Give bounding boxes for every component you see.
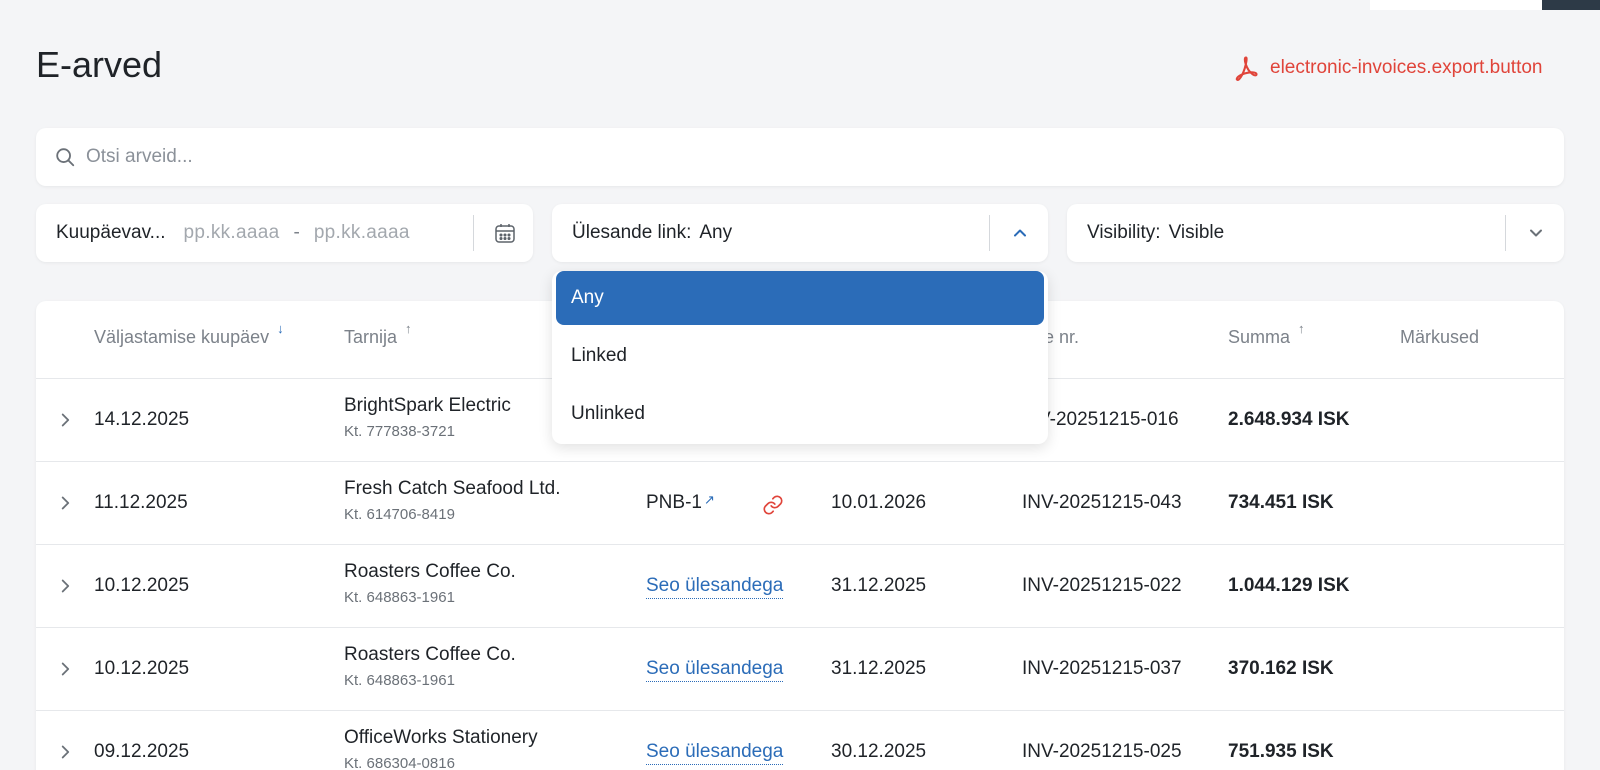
pdf-icon [1235, 56, 1258, 81]
table-row[interactable]: 11.12.2025 Fresh Catch Seafood Ltd. Kt. 6… [36, 462, 1564, 545]
issue-date: 11.12.2025 [94, 492, 188, 513]
chevron-right-icon[interactable] [54, 492, 76, 514]
table-row[interactable]: 10.12.2025 Roasters Coffee Co. Kt. 648863… [36, 545, 1564, 628]
dropdown-option-unlinked[interactable]: Unlinked [556, 387, 1044, 441]
table-row[interactable]: 10.12.2025 Roasters Coffee Co. Kt. 648863… [36, 628, 1564, 711]
supplier-reg: Kt. 686304-0816 [344, 755, 455, 770]
supplier-name: Roasters Coffee Co. [344, 644, 516, 665]
chevron-down-icon [1530, 229, 1542, 237]
task-link-value: Any [699, 222, 733, 243]
sort-asc-icon: ↑ [405, 321, 412, 336]
amount: 734.451 ISK [1228, 492, 1334, 513]
invoice-number: INV-20251215-025 [1022, 741, 1182, 762]
export-button[interactable]: electronic-invoices.export.button [1232, 52, 1542, 84]
invoice-number: INV-20251215-022 [1022, 575, 1182, 596]
visibility-label: Visibility: [1087, 222, 1161, 243]
issue-date: 10.12.2025 [94, 658, 190, 679]
page-title: E-arved [36, 44, 163, 85]
issue-date: 10.12.2025 [94, 575, 190, 596]
supplier-reg: Kt. 777838-3721 [344, 423, 455, 440]
sort-desc-icon: ↓ [277, 321, 284, 336]
due-date: 10.01.2026 [831, 492, 927, 513]
task-id: PNB-1 [646, 492, 702, 513]
supplier-name: Roasters Coffee Co. [344, 561, 516, 582]
supplier-reg: Kt. 648863-1961 [344, 589, 455, 606]
amount: 2.648.934 ISK [1228, 409, 1350, 430]
visibility-toggle[interactable] [1508, 204, 1564, 262]
chain-link-icon[interactable] [762, 494, 784, 516]
calendar-icon [495, 224, 515, 243]
linked-task[interactable]: PNB-1 ↗ [646, 492, 715, 514]
supplier-cell: Roasters Coffee Co. Kt. 648863-1961 [344, 644, 516, 689]
supplier-cell: Fresh Catch Seafood Ltd. Kt. 614706-8419 [344, 478, 561, 523]
search-input[interactable] [86, 146, 1526, 168]
due-date: 31.12.2025 [831, 658, 927, 679]
chevron-up-icon [1014, 229, 1026, 237]
supplier-cell: OfficeWorks Stationery Kt. 686304-0816 [344, 727, 538, 770]
link-task-button[interactable]: Seo ülesandega [646, 658, 784, 682]
supplier-name: OfficeWorks Stationery [344, 727, 538, 748]
chevron-right-icon[interactable] [54, 409, 76, 431]
search-bar [36, 128, 1564, 186]
date-to-input[interactable]: pp.kk.aaaa [314, 222, 410, 244]
visibility-filter[interactable]: Visibility: Visible [1067, 204, 1564, 262]
column-header-supplier[interactable]: Tarnija ↑ [344, 321, 412, 348]
invoice-number: V-20251215-016 [1038, 409, 1179, 430]
dropdown-option-any[interactable]: Any [556, 271, 1044, 325]
task-link-label: Ülesande link: [572, 222, 692, 243]
date-range-filter[interactable]: Kuupäevav... pp.kk.aaaa - pp.kk.aaaa [36, 204, 533, 262]
filter-divider [1505, 215, 1506, 251]
filter-divider [473, 215, 474, 251]
task-link-filter[interactable]: Ülesande link: Any [552, 204, 1048, 262]
column-header-amount[interactable]: Summa ↑ [1228, 321, 1305, 348]
supplier-cell: BrightSpark Electric Kt. 777838-3721 [344, 395, 511, 440]
calendar-button[interactable] [477, 204, 533, 262]
supplier-cell: Roasters Coffee Co. Kt. 648863-1961 [344, 561, 516, 606]
table-row[interactable]: 09.12.2025 OfficeWorks Stationery Kt. 686… [36, 711, 1564, 770]
supplier-reg: Kt. 614706-8419 [344, 506, 455, 523]
link-task-button[interactable]: Seo ülesandega [646, 741, 784, 765]
chevron-right-icon[interactable] [54, 741, 76, 763]
top-bar-user-area[interactable] [1542, 0, 1600, 10]
supplier-name: BrightSpark Electric [344, 395, 511, 416]
due-date: 30.12.2025 [831, 741, 927, 762]
amount: 1.044.129 ISK [1228, 575, 1350, 596]
dropdown-option-linked[interactable]: Linked [556, 329, 1044, 383]
column-header-issue-date[interactable]: Väljastamise kuupäev ↓ [94, 321, 284, 348]
issue-date: 09.12.2025 [94, 741, 190, 762]
external-link-icon[interactable]: ↗ [704, 492, 715, 507]
link-task-button[interactable]: Seo ülesandega [646, 575, 784, 599]
invoice-number: INV-20251215-043 [1022, 492, 1182, 513]
supplier-reg: Kt. 648863-1961 [344, 672, 455, 689]
date-range-label: Kuupäevav... [56, 222, 166, 243]
task-link-toggle[interactable] [992, 204, 1048, 262]
chevron-right-icon[interactable] [54, 658, 76, 680]
top-bar-segment [1370, 0, 1542, 10]
supplier-name: Fresh Catch Seafood Ltd. [344, 478, 561, 499]
filter-divider [989, 215, 990, 251]
search-icon [56, 148, 75, 167]
date-range-separator: - [293, 222, 300, 243]
due-date: 31.12.2025 [831, 575, 927, 596]
date-from-input[interactable]: pp.kk.aaaa [184, 222, 280, 244]
amount: 370.162 ISK [1228, 658, 1334, 679]
issue-date: 14.12.2025 [94, 409, 190, 430]
visibility-value: Visible [1168, 222, 1225, 243]
task-link-dropdown: Any Linked Unlinked [552, 271, 1048, 444]
export-button-label: electronic-invoices.export.button [1270, 57, 1543, 78]
column-header-notes: Märkused [1400, 327, 1480, 347]
amount: 751.935 ISK [1228, 741, 1334, 762]
invoice-number: INV-20251215-037 [1022, 658, 1182, 679]
sort-asc-icon: ↑ [1298, 321, 1305, 336]
chevron-right-icon[interactable] [54, 575, 76, 597]
